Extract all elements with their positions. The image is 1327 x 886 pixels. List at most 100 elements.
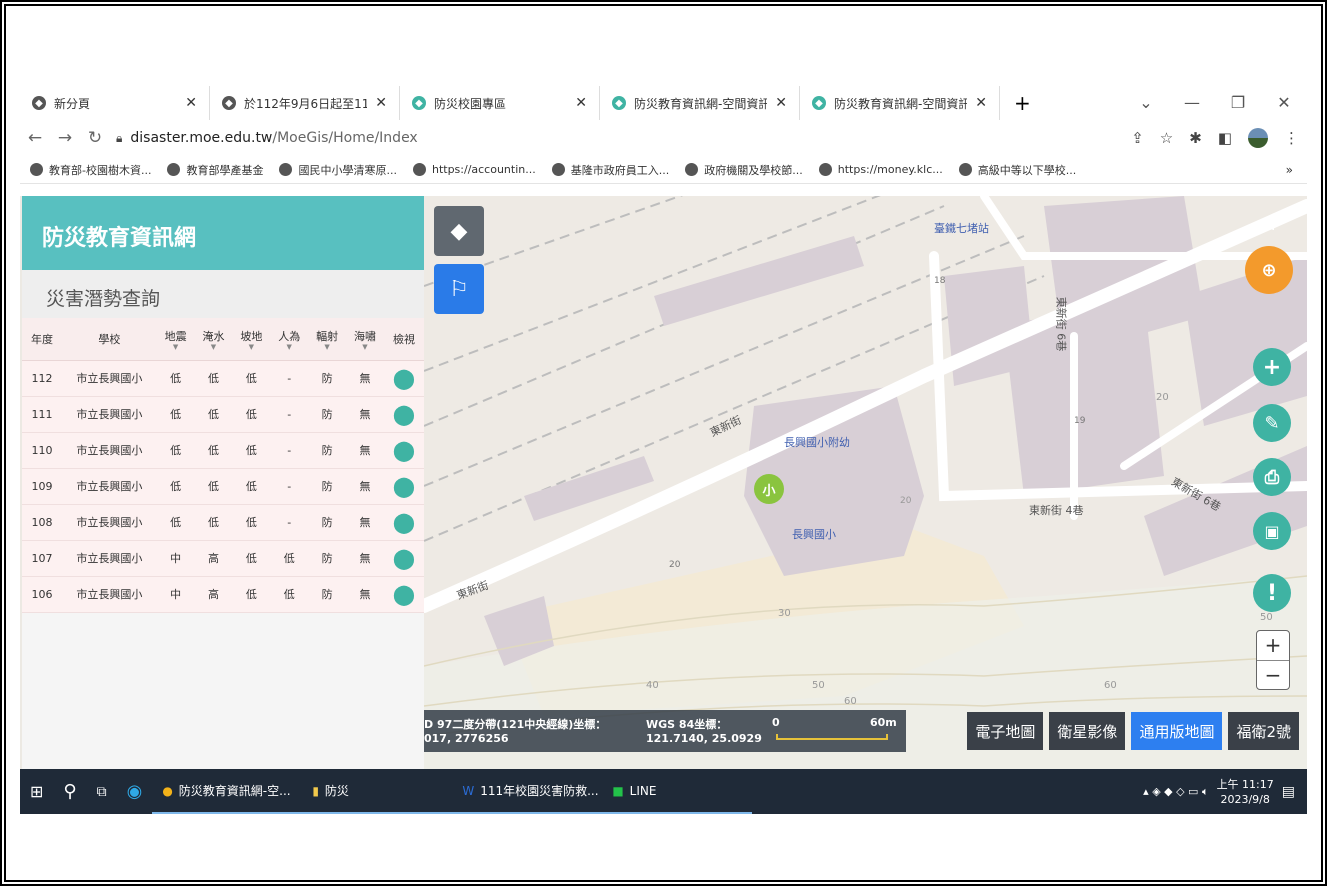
map-pin-icon[interactable]: ⬤ xyxy=(393,546,415,570)
basemap-button[interactable]: 通用版地圖 xyxy=(1131,712,1223,750)
taskbar-line[interactable]: ■ LINE xyxy=(602,769,753,814)
tab-close-icon[interactable]: ✕ xyxy=(775,95,787,111)
table-cell: 低 xyxy=(194,468,233,505)
basemap-button[interactable]: 福衛2號 xyxy=(1228,712,1299,750)
forward-icon[interactable]: → xyxy=(50,128,80,148)
sort-arrow-icon[interactable]: ▼ xyxy=(270,343,308,350)
minimize-icon[interactable]: — xyxy=(1169,93,1215,112)
map-pin-icon[interactable]: ⬤ xyxy=(393,402,415,426)
basemap-button[interactable]: 衛星影像 xyxy=(1049,712,1126,750)
sort-arrow-icon[interactable]: ▼ xyxy=(232,343,270,350)
bookmark-item[interactable]: 高級中等以下學校... xyxy=(958,162,1076,178)
column-header[interactable]: 海嘯 ▼ xyxy=(346,318,384,361)
table-cell: 防 xyxy=(308,360,347,397)
column-header[interactable]: 地震 ▼ xyxy=(156,318,195,361)
close-window-icon[interactable]: ✕ xyxy=(1261,93,1307,112)
print-icon[interactable]: ⎙ xyxy=(1253,458,1291,496)
share-icon[interactable]: ⇪ xyxy=(1131,129,1144,147)
edge-icon[interactable]: ◉ xyxy=(117,769,153,814)
map-pin-icon[interactable]: ⬤ xyxy=(393,510,415,534)
basemap-button[interactable]: 電子地圖 xyxy=(967,712,1044,750)
map-pin-icon[interactable]: ⬤ xyxy=(393,366,415,390)
search-icon[interactable]: ⚲ xyxy=(53,769,86,814)
bookmark-item[interactable]: 國民中小學清寒原... xyxy=(279,162,397,178)
table-cell: 低 xyxy=(232,468,271,505)
view-cell: ⬤ xyxy=(383,576,424,613)
browser-tab[interactable]: ◆ 防災校園專區 ✕ xyxy=(400,86,600,120)
tab-close-icon[interactable]: ✕ xyxy=(975,95,987,111)
taskbar-folder[interactable]: ▮ 防災 xyxy=(302,769,453,814)
table-cell: 市立長興國小 xyxy=(61,396,157,433)
task-view-icon[interactable]: ⧉ xyxy=(87,769,117,814)
restore-icon[interactable]: ❐ xyxy=(1215,93,1261,112)
bookmark-item[interactable]: 教育部學產基金 xyxy=(167,162,263,178)
measure-button[interactable]: ⚐ xyxy=(434,264,484,314)
browser-tab[interactable]: ◆ 於112年9月6日起至112年 ✕ xyxy=(210,86,400,120)
zoom-in-button[interactable]: + xyxy=(1257,631,1289,661)
column-header-label: 學校 xyxy=(98,332,121,346)
school-marker[interactable]: 小 xyxy=(754,474,784,504)
lock-icon[interactable]: 🔒︎ xyxy=(116,131,122,146)
bookmark-item[interactable]: 教育部-校園樹木資... xyxy=(30,162,151,178)
tab-close-icon[interactable]: ✕ xyxy=(375,95,387,111)
system-tray: ▴ ◈ ◆ ◇ ▭ 🔈︎ 上午 11:17 2023/9/8 ▤ xyxy=(1143,769,1307,814)
book-icon[interactable]: ▣ xyxy=(1253,512,1291,550)
reload-icon[interactable]: ↻ xyxy=(80,128,110,148)
column-header[interactable]: 人為 ▼ xyxy=(270,318,309,361)
table-cell: 市立長興國小 xyxy=(61,504,157,541)
map-canvas[interactable]: 臺鐵七堵站 長興國小附幼 長興國小 小 東新街 東新街 東新街 4巷 東新街 6… xyxy=(424,196,1307,769)
column-header-label: 輻射 xyxy=(316,329,339,343)
alert-icon[interactable]: ! xyxy=(1253,574,1291,612)
add-icon[interactable]: + xyxy=(1253,348,1291,386)
compass-icon[interactable]: ⊕ xyxy=(1245,246,1293,294)
browser-tab[interactable]: ◆ 防災教育資訊網-空間資訊 ✕ xyxy=(600,86,800,120)
back-icon[interactable]: ← xyxy=(20,128,50,148)
sort-arrow-icon[interactable]: ▼ xyxy=(308,343,346,350)
tab-close-icon[interactable]: ✕ xyxy=(575,95,587,111)
menu-icon[interactable]: ⋮ xyxy=(1284,129,1299,147)
sort-arrow-icon[interactable]: ▼ xyxy=(195,343,233,350)
draw-icon[interactable]: ✎ xyxy=(1253,404,1291,442)
sort-arrow-icon[interactable]: ▼ xyxy=(346,343,384,350)
column-header-label: 海嘯 xyxy=(354,329,376,343)
new-tab-button[interactable]: + xyxy=(1000,86,1045,120)
clock[interactable]: 上午 11:17 2023/9/8 xyxy=(1217,777,1274,807)
table-cell: 108 xyxy=(22,504,62,541)
column-header[interactable]: 坡地 ▼ xyxy=(232,318,271,361)
column-header[interactable]: 輻射 ▼ xyxy=(308,318,347,361)
taskbar-word[interactable]: W 111年校園災害防救... xyxy=(452,769,603,814)
bookmark-item[interactable]: https://money.klc... xyxy=(818,163,943,176)
taskbar-chrome[interactable]: ● 防災教育資訊網-空... xyxy=(152,769,303,814)
profile-avatar[interactable] xyxy=(1248,128,1268,148)
bookmarks-more[interactable]: » xyxy=(1286,163,1293,177)
notification-icon[interactable]: ▤ xyxy=(1282,784,1295,800)
extensions-icon[interactable]: ✱ xyxy=(1189,129,1202,147)
bookmark-label: 國民中小學清寒原... xyxy=(298,163,397,177)
tray-icons[interactable]: ▴ ◈ ◆ ◇ ▭ 🔈︎ xyxy=(1143,785,1208,799)
view-cell: ⬤ xyxy=(383,504,424,541)
column-header[interactable]: 淹水 ▼ xyxy=(194,318,233,361)
map-pin-icon[interactable]: ⬤ xyxy=(393,582,415,606)
bookmark-item[interactable]: 基隆市政府員工入... xyxy=(551,162,669,178)
map-pin-icon[interactable]: ⬤ xyxy=(393,474,415,498)
url-field[interactable]: disaster.moe.edu.tw/MoeGis/Home/Index xyxy=(130,130,417,146)
browser-tab[interactable]: ◆ 防災教育資訊網-空間資訊 ✕ xyxy=(800,86,1000,120)
bookmark-item[interactable]: https://accountin... xyxy=(412,163,536,176)
tab-close-icon[interactable]: ✕ xyxy=(185,95,197,111)
table-cell: - xyxy=(270,360,309,397)
tab-search-icon[interactable]: ⌄ xyxy=(1123,93,1169,112)
table-cell: 高 xyxy=(194,576,233,613)
table-cell: 低 xyxy=(232,540,271,577)
bookmark-star-icon[interactable]: ☆ xyxy=(1160,129,1173,147)
sidepanel-icon[interactable]: ◧ xyxy=(1218,129,1232,147)
sort-arrow-icon[interactable]: ▼ xyxy=(157,343,195,350)
table-cell: 低 xyxy=(194,504,233,541)
view-cell: ⬤ xyxy=(383,360,424,397)
browser-tab[interactable]: ◆ 新分頁 ✕ xyxy=(20,86,210,120)
layers-button[interactable]: ◆ xyxy=(434,206,484,256)
bookmark-item[interactable]: 政府機關及學校節... xyxy=(685,162,803,178)
map-pin-icon[interactable]: ⬤ xyxy=(393,438,415,462)
zoom-out-button[interactable]: − xyxy=(1257,661,1289,691)
map-label-c50b: 50 xyxy=(1260,612,1273,623)
start-icon[interactable]: ⊞ xyxy=(20,769,53,814)
